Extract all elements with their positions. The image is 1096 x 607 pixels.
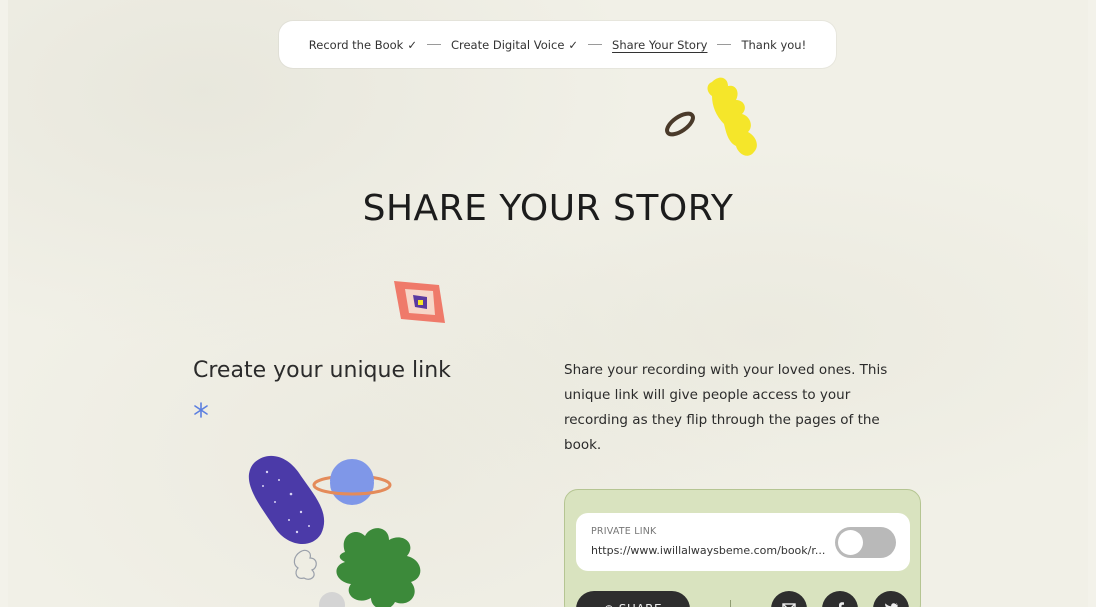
step-label: Create Digital Voice xyxy=(450,37,565,52)
step-thank-you[interactable]: Thank you! xyxy=(741,38,806,52)
outline-cloud-doodle xyxy=(293,549,317,580)
share-button[interactable]: ⊕ SHARE xyxy=(576,591,690,607)
twitter-share-button[interactable] xyxy=(873,591,909,607)
email-share-button[interactable] xyxy=(771,591,807,607)
yellow-blob-doodle xyxy=(707,77,757,156)
step-record-book[interactable]: Record the Book ✓ xyxy=(309,38,417,52)
step-separator xyxy=(717,44,732,45)
vertical-divider xyxy=(730,600,731,607)
brown-ring-doodle xyxy=(665,111,695,137)
checkmark-icon: ✓ xyxy=(568,37,579,52)
share-panel: PRIVATE LINK https://www.iwillalwaysbeme… xyxy=(564,489,921,607)
private-link-toggle[interactable] xyxy=(835,527,896,558)
diamond-doodle xyxy=(394,281,445,323)
step-label: Record the Book xyxy=(308,37,404,52)
step-share-your-story[interactable]: Share Your Story xyxy=(612,38,707,52)
step-label: Thank you! xyxy=(741,37,807,52)
asterisk-icon xyxy=(194,402,208,418)
section-subtitle: Create your unique link xyxy=(193,358,451,383)
page-background xyxy=(8,0,1088,607)
facebook-share-button[interactable] xyxy=(822,591,858,607)
page-title: SHARE YOUR STORY xyxy=(362,188,734,229)
progress-stepper: Record the Book ✓ Create Digital Voice ✓… xyxy=(279,21,836,68)
step-label: Share Your Story xyxy=(612,37,708,52)
twitter-icon xyxy=(885,603,898,607)
private-link-url[interactable]: https://www.iwillalwaysbeme.com/book/r..… xyxy=(591,544,831,557)
email-icon xyxy=(782,603,796,607)
private-link-box: PRIVATE LINK https://www.iwillalwaysbeme… xyxy=(576,513,910,571)
gray-circle-doodle xyxy=(319,592,345,607)
step-separator xyxy=(426,44,441,45)
step-separator xyxy=(588,44,603,45)
share-description: Share your recording with your loved one… xyxy=(564,362,888,453)
checkmark-icon: ✓ xyxy=(407,37,417,52)
step-create-digital-voice[interactable]: Create Digital Voice ✓ xyxy=(451,38,578,52)
facebook-icon xyxy=(839,602,844,607)
toggle-knob xyxy=(838,530,863,555)
planet-doodle xyxy=(312,459,392,505)
private-link-label: PRIVATE LINK xyxy=(591,526,657,537)
